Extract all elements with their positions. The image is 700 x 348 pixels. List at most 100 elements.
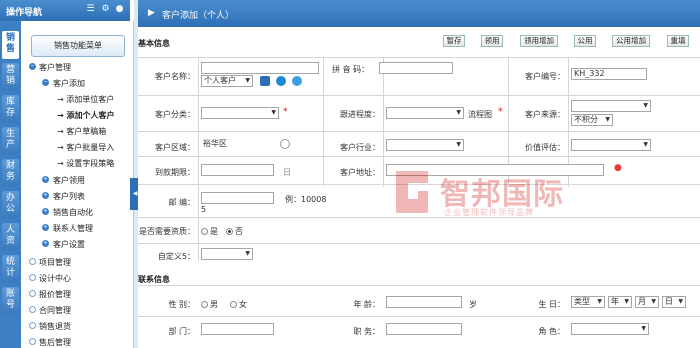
pinyin-input[interactable] <box>379 62 453 74</box>
tree-item-customer-add[interactable]: 客户添加 <box>53 78 85 89</box>
tree-item-drafts[interactable]: → 客户草稿箱 <box>57 126 106 137</box>
tree-item-claim[interactable]: 客户领用 <box>53 175 85 186</box>
reset-button[interactable]: 重填 <box>667 35 689 47</box>
sales-menu-button[interactable]: 销售功能菜单 <box>31 35 125 57</box>
duty-input[interactable] <box>386 323 462 335</box>
tree-item-returns[interactable]: 销售退货 <box>39 321 71 332</box>
tree-item-add-person[interactable]: → 添加个人客户 <box>57 110 115 121</box>
minus-icon[interactable]: − <box>42 79 49 86</box>
customer-name-input[interactable] <box>201 62 319 74</box>
list-icon[interactable]: ☰ <box>86 4 95 14</box>
tree-item-add-company[interactable]: → 添加单位客户 <box>57 94 114 105</box>
plus-icon[interactable]: + <box>42 192 49 199</box>
tree-item-field-policy[interactable]: → 设置字段策略 <box>57 158 114 169</box>
plus-icon[interactable] <box>29 338 36 345</box>
public-add-button[interactable]: 公用增加 <box>612 35 650 47</box>
category-select[interactable] <box>201 107 279 119</box>
role-select[interactable] <box>571 323 649 335</box>
radio-no[interactable] <box>226 228 233 235</box>
user-icon[interactable]: ● <box>115 4 124 14</box>
payment-term-input[interactable] <box>201 164 274 176</box>
tab-finance[interactable]: 财务 <box>2 159 19 187</box>
internet-icon[interactable] <box>276 76 286 86</box>
required-mark: * <box>283 107 288 117</box>
unit-label: 日 <box>283 168 291 177</box>
tree-item-label: 添加单位客户 <box>66 95 115 104</box>
tree-item-customer-settings[interactable]: 客户设置 <box>53 239 85 250</box>
plus-icon[interactable] <box>29 274 36 281</box>
claim-add-button[interactable]: 领用增加 <box>520 35 558 47</box>
customer-code-input[interactable]: KH_332 <box>571 68 647 80</box>
duty-label: 职 务： <box>353 327 380 336</box>
tree-item-customer-list[interactable]: 客户列表 <box>53 191 85 202</box>
industry-select[interactable] <box>386 139 464 151</box>
qq-icon[interactable] <box>292 76 302 86</box>
tree-item-contract[interactable]: 合同管理 <box>39 305 71 316</box>
tab-inventory[interactable]: 库存 <box>2 95 19 123</box>
source-points-select[interactable]: 不积分 <box>571 114 613 126</box>
plus-icon[interactable]: + <box>42 208 49 215</box>
gender-male[interactable]: 男 <box>201 299 218 310</box>
birthday-month-select[interactable]: 月 <box>635 296 659 308</box>
source-select[interactable] <box>571 100 651 112</box>
tree-item-sales-auto[interactable]: 销售自动化 <box>53 207 93 218</box>
tree-item-project[interactable]: 项目管理 <box>39 257 71 268</box>
age-input[interactable] <box>386 296 462 308</box>
page-title: 客户添加（个人） <box>162 11 235 21</box>
plus-icon[interactable]: + <box>42 176 49 183</box>
tab-stats[interactable]: 统计 <box>2 255 19 283</box>
divider <box>138 285 700 286</box>
plus-icon[interactable] <box>29 290 36 297</box>
tree-item-design[interactable]: 设计中心 <box>39 273 71 284</box>
tab-production[interactable]: 生产 <box>2 127 19 155</box>
radio-yes[interactable] <box>201 228 208 235</box>
follow-select[interactable] <box>386 107 464 119</box>
plus-icon[interactable]: + <box>42 240 49 247</box>
birthday-day-select[interactable]: 日 <box>662 296 686 308</box>
qualification-no[interactable]: 否 <box>226 226 243 237</box>
section-contact-info: 联系信息 <box>138 275 170 284</box>
tree-item-contacts[interactable]: 联系人管理 <box>53 223 93 234</box>
region-label: 客户区域： <box>155 143 195 152</box>
nav-header: 操作导航 ☰ ⚙ ● <box>0 0 130 21</box>
customer-type-select[interactable]: 个人客户 <box>201 75 253 87</box>
tab-account[interactable]: 账号 <box>2 287 19 315</box>
qualification-yes[interactable]: 是 <box>201 226 218 237</box>
value-assess-select[interactable] <box>571 139 651 151</box>
tab-hr[interactable]: 人资 <box>2 223 19 251</box>
tree-item-batch-import[interactable]: → 客户批量导入 <box>57 142 114 153</box>
department-input[interactable] <box>201 323 274 335</box>
tree-item-quote[interactable]: 报价管理 <box>39 289 71 300</box>
tab-sales[interactable]: 销售 <box>2 31 19 59</box>
minus-icon[interactable]: − <box>29 63 36 70</box>
gender-female[interactable]: 女 <box>230 299 247 310</box>
plus-icon[interactable]: + <box>42 224 49 231</box>
settings-icon[interactable]: ⚙ <box>101 4 110 14</box>
tree-item-customer-mgmt[interactable]: 客户管理 <box>39 62 71 73</box>
public-button[interactable]: 公用 <box>574 35 596 47</box>
tab-marketing[interactable]: 营销 <box>2 63 19 91</box>
save-draft-button[interactable]: 暂存 <box>443 35 465 47</box>
tab-office[interactable]: 办公 <box>2 191 19 219</box>
radio-label: 是 <box>210 227 218 236</box>
divider <box>383 57 384 187</box>
gender-label: 性 别： <box>168 300 195 309</box>
region-picker-icon[interactable] <box>280 139 290 149</box>
tree-item-aftersales[interactable]: 售后管理 <box>39 337 71 348</box>
plus-icon[interactable] <box>29 258 36 265</box>
birthday-type-select[interactable]: 类型 <box>571 296 605 308</box>
contact-card-icon[interactable] <box>260 76 270 86</box>
claim-button[interactable]: 领用 <box>481 35 503 47</box>
radio-male[interactable] <box>201 301 208 308</box>
radio-female[interactable] <box>230 301 237 308</box>
source-label: 客户来源： <box>525 110 565 119</box>
birthday-year-select[interactable]: 年 <box>608 296 632 308</box>
flowchart-link[interactable]: 流程图 <box>468 109 492 120</box>
address-label: 客户地址： <box>340 168 380 177</box>
postcode-input[interactable] <box>201 192 274 204</box>
custom5-select[interactable] <box>201 248 253 260</box>
radio-label: 男 <box>210 300 218 309</box>
plus-icon[interactable] <box>29 322 36 329</box>
region-value[interactable]: 裕华区 <box>201 139 286 151</box>
plus-icon[interactable] <box>29 306 36 313</box>
